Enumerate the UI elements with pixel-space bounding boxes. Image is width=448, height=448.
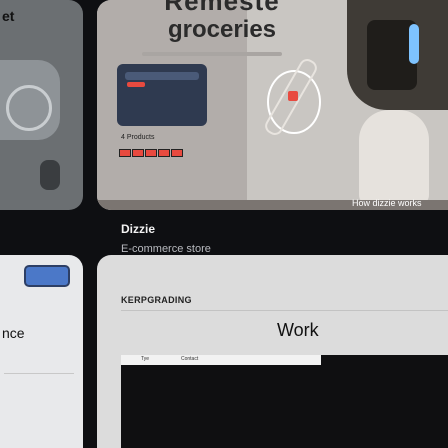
- rating-bars: [119, 144, 184, 162]
- project-thumbnail-keirpgrading[interactable]: KERPGRADING Work Tye Contact: [97, 255, 448, 448]
- decorative-ring-icon: [6, 85, 52, 131]
- tab-label: Contact: [181, 356, 199, 362]
- divider: [121, 310, 448, 311]
- decorative-shape: [40, 160, 60, 190]
- screen-bar: [125, 72, 199, 80]
- laptop-screen: [117, 64, 207, 126]
- left-project-card-top[interactable]: et: [0, 0, 83, 210]
- brand-label: KERPGRADING: [121, 295, 192, 305]
- check-icon: [288, 91, 298, 101]
- laptop-meta: 4 Products: [121, 134, 155, 141]
- phone-illustration: [262, 55, 324, 155]
- preview-button: [24, 265, 70, 287]
- left-card-label: nce: [2, 325, 25, 341]
- bag-illustration: [347, 0, 448, 110]
- hero-title: groceries: [167, 16, 277, 43]
- bag-accent: [409, 24, 419, 64]
- divider: [4, 373, 74, 374]
- work-heading: Work: [277, 320, 319, 340]
- project-title[interactable]: Dizzie: [121, 222, 155, 236]
- dark-preview: Tye Contact: [121, 355, 448, 448]
- hero-subtitle-line: [142, 52, 282, 56]
- figure-illustration: [359, 110, 429, 205]
- preview-tabs: Tye Contact: [121, 355, 321, 365]
- footer-label: How dizzie works: [352, 198, 422, 208]
- hero-brand: Remeste: [164, 0, 280, 16]
- thumbnail-footer: How dizzie works: [97, 198, 448, 210]
- left-project-card-bottom[interactable]: nce: [0, 255, 83, 448]
- tab-label: Tye: [141, 356, 150, 362]
- screen-button: [127, 82, 145, 87]
- laptop-mockup: 4 Products: [117, 64, 207, 184]
- project-subtitle: E-commerce store: [121, 243, 211, 255]
- left-card-label: et: [2, 8, 15, 24]
- project-thumbnail-dizzie[interactable]: Remeste groceries 4 Products How dizzie …: [97, 0, 448, 210]
